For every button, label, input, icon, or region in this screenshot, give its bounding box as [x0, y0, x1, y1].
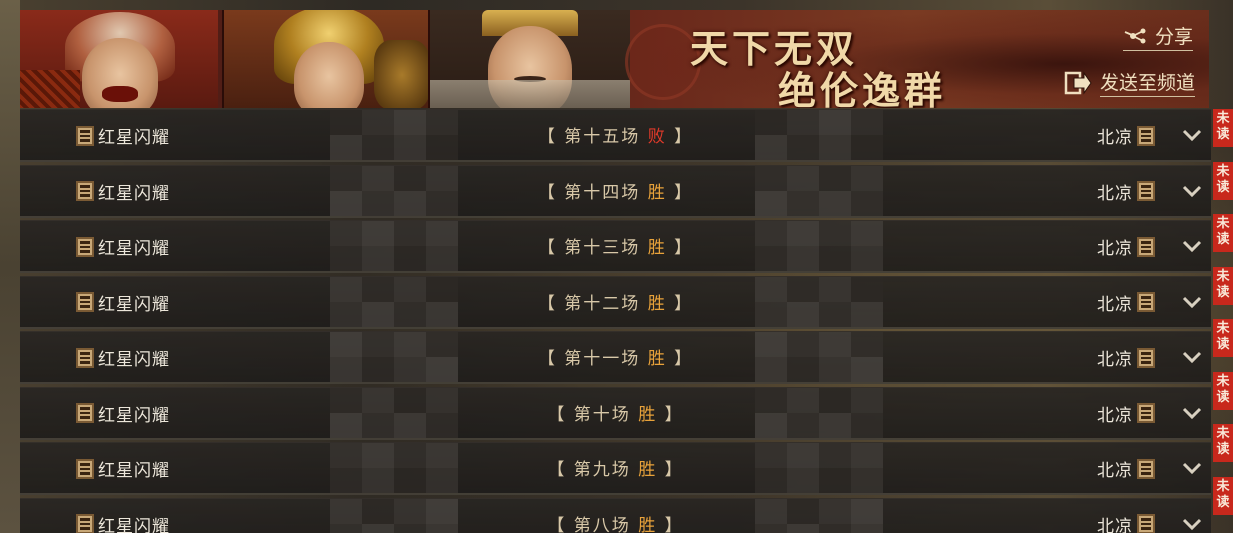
- defender-info: 北凉: [1097, 512, 1155, 533]
- match-title: 【 第九场 胜 】: [20, 455, 1211, 480]
- match-number: 【 第十三场: [537, 238, 648, 258]
- defender-name: 北凉: [1097, 294, 1133, 315]
- match-bracket-close: 】: [666, 127, 694, 147]
- unread-badge: 未读: [1213, 371, 1233, 410]
- match-number: 【 第十场: [547, 404, 639, 425]
- chevron-down-icon[interactable]: [1181, 124, 1203, 146]
- match-result: 胜: [638, 404, 658, 425]
- unread-badge: 未读: [1213, 109, 1233, 147]
- left-frame-edge: [0, 0, 20, 533]
- battle-record-row[interactable]: 红星闪耀 【 第十五场 败 】 北凉: [20, 109, 1211, 162]
- battle-record-row[interactable]: 红星闪耀 【 第九场 胜 】 北凉: [20, 442, 1211, 495]
- faction-flag-icon: [1137, 403, 1155, 423]
- match-bracket-close: 】: [666, 182, 694, 203]
- match-number: 【 第十五场: [537, 127, 648, 147]
- match-title: 【 第十一场 胜 】: [20, 344, 1211, 369]
- battle-record-row[interactable]: 红星闪耀 【 第十四场 胜 】 北凉: [20, 164, 1211, 218]
- faction-flag-icon: [1137, 292, 1155, 312]
- match-title: 【 第十场 胜 】: [20, 400, 1211, 425]
- defender-info: 北凉: [1097, 179, 1155, 204]
- defender-info: 北凉: [1097, 345, 1155, 370]
- match-title: 【 第十三场 胜 】: [20, 233, 1211, 258]
- match-title: 【 第十五场 败 】: [20, 122, 1211, 147]
- share-label: 分享: [1154, 26, 1193, 48]
- battle-record-list: 红星闪耀 【 第十五场 败 】 北凉 红星闪耀 【 第十四场 胜 】 北凉 红星…: [20, 109, 1211, 533]
- match-result: 胜: [647, 349, 667, 369]
- chevron-down-icon[interactable]: [1181, 346, 1203, 368]
- match-number: 【 第九场: [547, 460, 639, 480]
- faction-flag-icon: [1137, 458, 1155, 479]
- faction-flag-icon: [1137, 514, 1155, 533]
- send-to-channel-icon: [1064, 70, 1092, 96]
- hero-portrait-3: [428, 10, 630, 108]
- defender-name: 北凉: [1097, 461, 1133, 481]
- defender-info: 北凉: [1097, 290, 1155, 315]
- match-bracket-close: 】: [657, 460, 684, 480]
- defender-info: 北凉: [1097, 234, 1155, 259]
- defender-name: 北凉: [1097, 183, 1133, 204]
- match-result: 败: [647, 127, 667, 147]
- banner-title-line2: 绝伦逸群: [778, 68, 947, 108]
- unread-badge: 未读: [1213, 214, 1233, 252]
- match-result: 胜: [638, 460, 658, 480]
- unread-badge: 未读: [1213, 424, 1233, 462]
- send-to-channel-label: 发送至频道: [1099, 68, 1195, 97]
- battle-record-row[interactable]: 红星闪耀 【 第十场 胜 】 北凉: [20, 386, 1211, 440]
- match-title: 【 第十四场 胜 】: [20, 178, 1211, 203]
- match-number: 【 第十一场: [537, 349, 648, 369]
- defender-name: 北凉: [1097, 350, 1133, 370]
- match-result: 胜: [647, 238, 667, 258]
- chevron-down-icon[interactable]: [1181, 402, 1203, 424]
- unread-badge: 未读: [1213, 476, 1233, 515]
- faction-flag-icon: [1137, 347, 1155, 368]
- unread-badge: 未读: [1213, 161, 1233, 200]
- share-button[interactable]: 分享: [1122, 22, 1193, 51]
- match-number: 【 第十二场: [537, 293, 648, 314]
- match-title: 【 第八场 胜 】: [20, 511, 1211, 533]
- match-bracket-close: 】: [657, 404, 684, 425]
- match-result: 胜: [638, 515, 658, 533]
- unread-badge: 未读: [1213, 319, 1233, 357]
- chevron-down-icon[interactable]: [1181, 457, 1203, 479]
- chevron-down-icon[interactable]: [1181, 513, 1203, 533]
- defender-name: 北凉: [1097, 405, 1133, 426]
- battle-record-row[interactable]: 红星闪耀 【 第十二场 胜 】 北凉: [20, 275, 1211, 329]
- match-bracket-close: 】: [666, 293, 694, 314]
- match-result: 胜: [647, 293, 667, 314]
- match-bracket-close: 】: [657, 515, 684, 533]
- chevron-down-icon[interactable]: [1181, 180, 1203, 202]
- chevron-down-icon[interactable]: [1181, 235, 1203, 257]
- faction-flag-icon: [1137, 181, 1155, 201]
- hero-portrait-1: [20, 10, 218, 108]
- defender-info: 北凉: [1097, 123, 1155, 148]
- chevron-down-icon[interactable]: [1181, 291, 1203, 313]
- defender-name: 北凉: [1097, 239, 1133, 259]
- match-number: 【 第十四场: [537, 182, 648, 203]
- share-icon: [1123, 27, 1149, 45]
- unread-badge: 未读: [1213, 266, 1233, 305]
- battle-record-row[interactable]: 红星闪耀 【 第十一场 胜 】 北凉: [20, 331, 1211, 384]
- defender-info: 北凉: [1097, 456, 1155, 481]
- defender-name: 北凉: [1097, 516, 1133, 533]
- match-number: 【 第八场: [547, 515, 639, 533]
- battle-record-row[interactable]: 红星闪耀 【 第八场 胜 】 北凉: [20, 497, 1211, 533]
- hero-banner: 天下无双 绝伦逸群 分享 发送至频道: [20, 10, 1209, 108]
- match-title: 【 第十二场 胜 】: [20, 289, 1211, 314]
- defender-name: 北凉: [1097, 128, 1133, 148]
- defender-info: 北凉: [1097, 401, 1155, 426]
- match-result: 胜: [647, 182, 667, 203]
- match-bracket-close: 】: [666, 349, 694, 369]
- faction-flag-icon: [1137, 125, 1155, 146]
- battle-report-screen: 天下无双 绝伦逸群 分享 发送至频道 红星闪耀 【 第十五场 败 】 北凉 红星…: [0, 0, 1233, 533]
- battle-record-row[interactable]: 红星闪耀 【 第十三场 胜 】 北凉: [20, 220, 1211, 273]
- faction-flag-icon: [1137, 236, 1155, 257]
- match-bracket-close: 】: [666, 238, 694, 258]
- hero-portrait-2: [222, 10, 428, 108]
- send-to-channel-button[interactable]: 发送至频道: [1064, 68, 1195, 97]
